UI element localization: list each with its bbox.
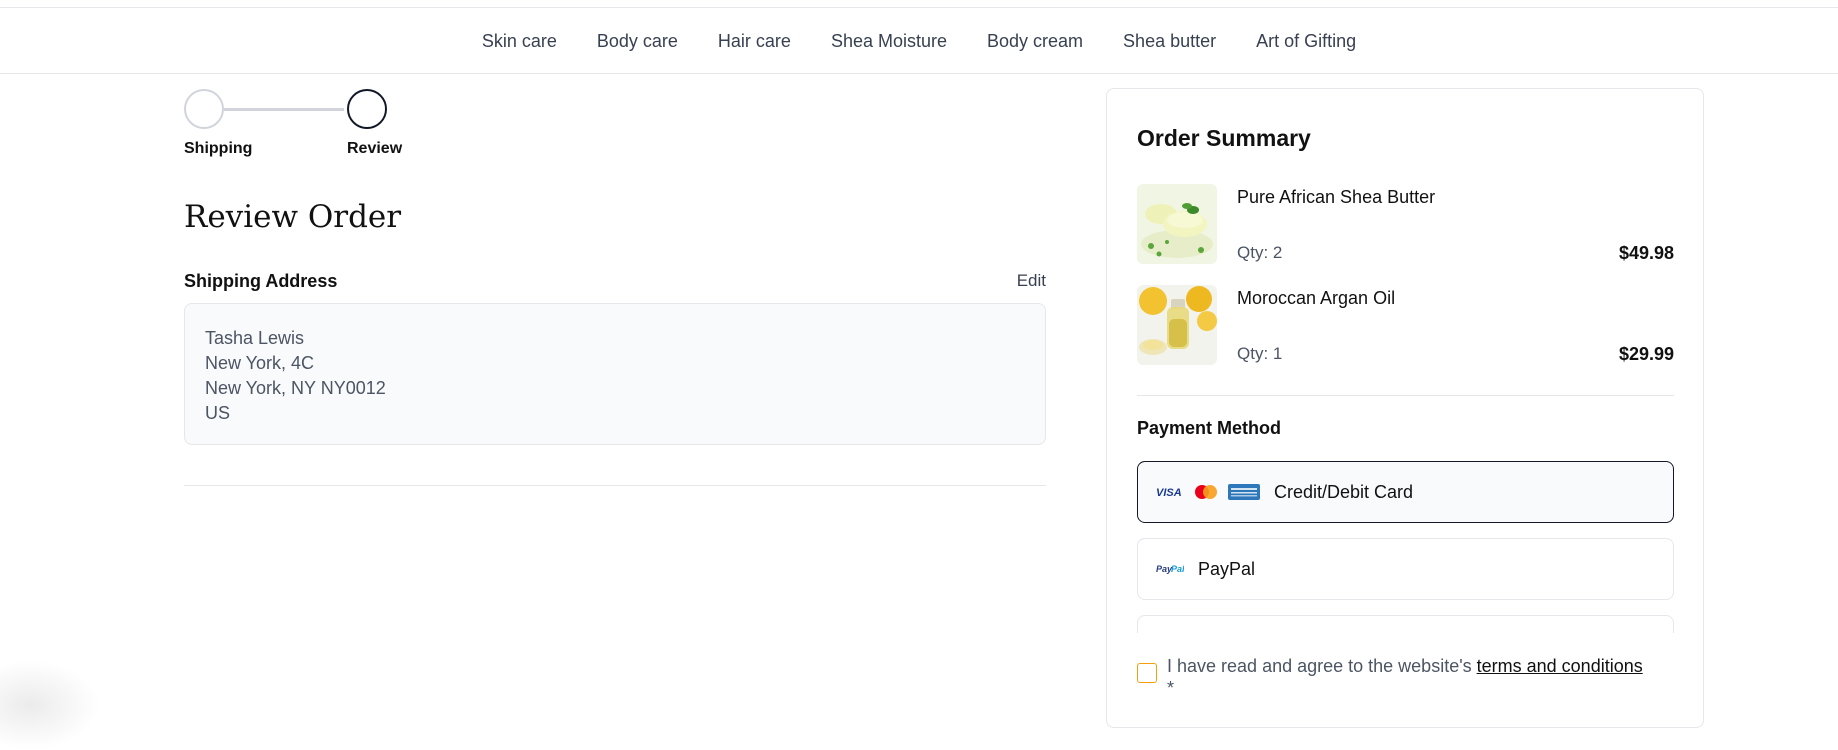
category-nav: Skin care Body care Hair care Shea Moist… [0, 8, 1838, 74]
payment-option-label: Credit/Debit Card [1274, 481, 1414, 502]
nav-link-shea-moisture[interactable]: Shea Moisture [831, 29, 947, 52]
mastercard-icon [1195, 485, 1217, 499]
payment-option-partial[interactable] [1137, 615, 1674, 633]
item-quantity: Qty: 2 [1237, 243, 1283, 262]
step-review-label: Review [347, 140, 403, 157]
shea-butter-thumbnail [1137, 184, 1217, 264]
item-price: $29.99 [1618, 344, 1674, 364]
step-review-indicator [347, 89, 387, 129]
shipping-address-box: Tasha Lewis New York, 4C New York, NY NY… [184, 303, 1046, 445]
summary-item: Moroccan Argan Oil Qty: 1 $29.99 [1137, 285, 1674, 365]
nav-link-body-cream[interactable]: Body cream [987, 29, 1083, 52]
step-shipping-indicator [184, 89, 224, 129]
terms-link[interactable]: terms and conditions [1477, 656, 1643, 676]
item-price: $49.98 [1618, 243, 1674, 263]
amex-icon [1228, 484, 1260, 500]
nav-link-shea-butter[interactable]: Shea butter [1123, 29, 1216, 52]
visa-icon: VISA [1156, 487, 1182, 498]
shipping-address-heading: Shipping Address [184, 271, 338, 291]
page-title: Review Order [184, 199, 402, 235]
terms-text: I have read and agree to the website's t… [1137, 655, 1674, 699]
address-name: Tasha Lewis [205, 328, 305, 348]
step-connector [224, 108, 344, 111]
terms-prefix: I have read and agree to the website's [1167, 656, 1477, 676]
nav-link-hair-care[interactable]: Hair care [718, 29, 791, 52]
item-name: Moroccan Argan Oil [1237, 288, 1396, 308]
shipping-address-header: Shipping Address Edit [184, 271, 1046, 292]
payment-method-heading: Payment Method [1137, 418, 1282, 438]
address-country: US [205, 403, 231, 423]
svg-text:Pal: Pal [1171, 564, 1184, 574]
nav-link-art-of-gifting[interactable]: Art of Gifting [1256, 29, 1356, 52]
payment-option-paypal[interactable]: Pay Pal PayPal [1137, 538, 1674, 600]
item-quantity: Qty: 1 [1237, 344, 1283, 363]
floating-widget-shadow [0, 660, 100, 750]
checkout-stepper: Shipping Review [184, 88, 424, 168]
terms-checkbox[interactable] [1137, 663, 1157, 683]
argan-oil-thumbnail [1137, 285, 1217, 365]
terms-required-marker: * [1167, 678, 1175, 698]
terms-agreement: I have read and agree to the website's t… [1137, 655, 1674, 699]
order-summary-panel: Order Summary Pure African Shea Butter Q… [1106, 88, 1704, 728]
payment-option-label: PayPal [1198, 558, 1256, 579]
edit-address-button[interactable]: Edit [1017, 271, 1046, 292]
item-name: Pure African Shea Butter [1237, 187, 1436, 207]
nav-link-skin-care[interactable]: Skin care [482, 29, 557, 52]
address-line-2: New York, NY NY0012 [205, 378, 386, 398]
address-line-1: New York, 4C [205, 353, 315, 373]
nav-link-body-care[interactable]: Body care [597, 29, 678, 52]
summary-item: Pure African Shea Butter Qty: 2 $49.98 [1137, 184, 1674, 264]
section-divider [184, 485, 1046, 486]
summary-divider [1137, 395, 1674, 396]
svg-text:VISA: VISA [1156, 487, 1182, 498]
paypal-icon: Pay Pal [1156, 564, 1184, 574]
payment-option-card[interactable]: VISA Credit/Debit Card [1137, 461, 1674, 523]
order-summary-title: Order Summary [1137, 125, 1311, 151]
card-brand-icons: VISA [1156, 484, 1260, 500]
step-shipping-label: Shipping [184, 140, 253, 157]
